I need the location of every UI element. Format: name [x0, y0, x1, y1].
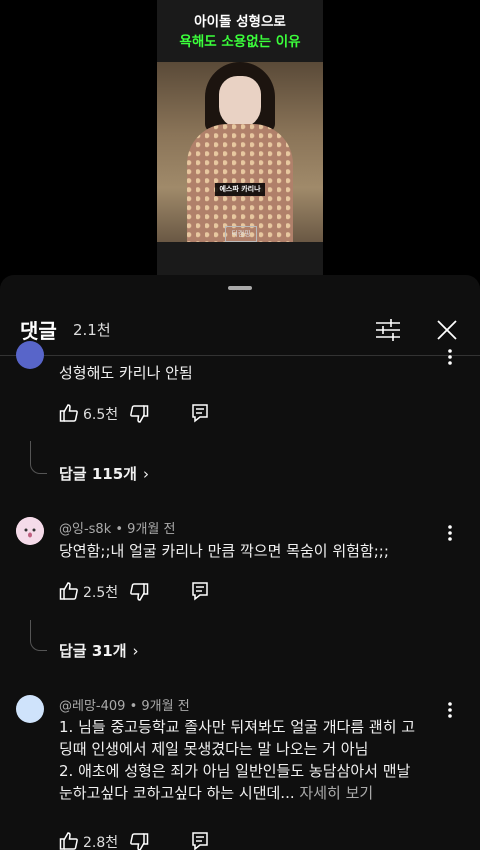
close-icon[interactable]	[434, 317, 460, 343]
like-icon[interactable]	[59, 831, 79, 850]
comment-actions: 2.5천	[59, 581, 359, 605]
dislike-icon[interactable]	[129, 582, 149, 602]
video-thumbnail-image	[157, 62, 323, 242]
avatar[interactable]	[16, 341, 44, 369]
face-shape	[219, 76, 261, 128]
video-player[interactable]: 아이돌 성형으로 욕해도 소용없는 이유 에스파 카리나 덕캠핑	[0, 0, 480, 275]
comment-time: 9개월 전	[127, 522, 176, 537]
comment-text: 당연함;;내 얼굴 카리나 만큼 깍으면 목숨이 위험함;;;	[59, 542, 389, 560]
comment-actions: 2.8천	[59, 831, 359, 850]
comment-text-line: 눈하고싶다 코하고싶다 하는 시댄데...	[59, 784, 295, 802]
comments-count: 2.1천	[73, 321, 111, 339]
comment-meta: @레망-409 • 9개월 전	[59, 699, 190, 714]
header-divider	[0, 355, 480, 356]
replies-label: 답글 31개	[59, 642, 127, 660]
video-title-line-1: 아이돌 성형으로	[194, 14, 286, 30]
dislike-icon[interactable]	[129, 404, 149, 424]
comments-panel: 댓글 2.1천 성형해도 카리나 안됨 6.5천 답글 115개 › @잉-s8…	[0, 275, 480, 850]
like-icon[interactable]	[59, 581, 79, 601]
view-replies-button[interactable]: 답글 31개 ›	[59, 640, 139, 661]
comment-text-line: 딩때 인생에서 제일 못생겼다는 말 나오는 거 아님	[59, 740, 369, 758]
chevron-right-icon: ›	[142, 465, 149, 483]
chevron-right-icon: ›	[132, 642, 139, 660]
replies-label: 답글 115개	[59, 465, 137, 483]
filter-sliders-icon[interactable]	[375, 317, 401, 343]
read-more-link[interactable]: 자세히 보기	[299, 784, 373, 802]
comment-text: 1. 님들 중고등학교 졸사만 뒤져봐도 얼굴 개다름 괜히 고 딩때 인생에서…	[59, 716, 454, 804]
video-name-tag: 에스파 카리나	[215, 183, 265, 196]
comments-title: 댓글	[20, 319, 57, 343]
comment-text-line-last: 눈하고싶다 코하고싶다 하는 시댄데... 자세히 보기	[59, 782, 454, 804]
video-title-line-2: 욕해도 소용없는 이유	[179, 34, 301, 50]
comment-author[interactable]: @레망-409	[59, 699, 125, 714]
reply-icon[interactable]	[190, 831, 210, 850]
like-icon[interactable]	[59, 403, 79, 423]
thread-line	[30, 441, 47, 474]
reply-icon[interactable]	[190, 403, 210, 423]
comment-meta: @잉-s8k • 9개월 전	[59, 522, 176, 537]
thread-line	[30, 620, 47, 651]
avatar[interactable]	[16, 517, 44, 545]
like-count: 6.5천	[83, 407, 119, 423]
comment-time: 9개월 전	[141, 699, 190, 714]
comments-header: 댓글 2.1천	[0, 305, 480, 357]
dislike-icon[interactable]	[129, 832, 149, 850]
comment-text: 성형해도 카리나 안됨	[59, 364, 193, 382]
view-replies-button[interactable]: 답글 115개 ›	[59, 463, 149, 484]
comment-actions: 6.5천	[59, 403, 359, 427]
reply-icon[interactable]	[190, 581, 210, 601]
video-overlay-title: 아이돌 성형으로 욕해도 소용없는 이유	[157, 12, 323, 52]
comment-author[interactable]: @잉-s8k	[59, 522, 111, 537]
drag-handle[interactable]	[228, 286, 252, 290]
comment-text-line: 2. 애초에 성형은 죄가 아님 일반인들도 농담삼아서 맨날	[59, 762, 411, 780]
channel-logo: 덕캠핑	[225, 226, 257, 242]
comment-text-line: 1. 님들 중고등학교 졸사만 뒤져봐도 얼굴 개다름 괜히 고	[59, 718, 416, 736]
avatar[interactable]	[16, 695, 44, 723]
like-count: 2.8천	[83, 835, 119, 850]
video-frame[interactable]: 아이돌 성형으로 욕해도 소용없는 이유 에스파 카리나 덕캠핑	[157, 0, 323, 275]
like-count: 2.5천	[83, 585, 119, 601]
